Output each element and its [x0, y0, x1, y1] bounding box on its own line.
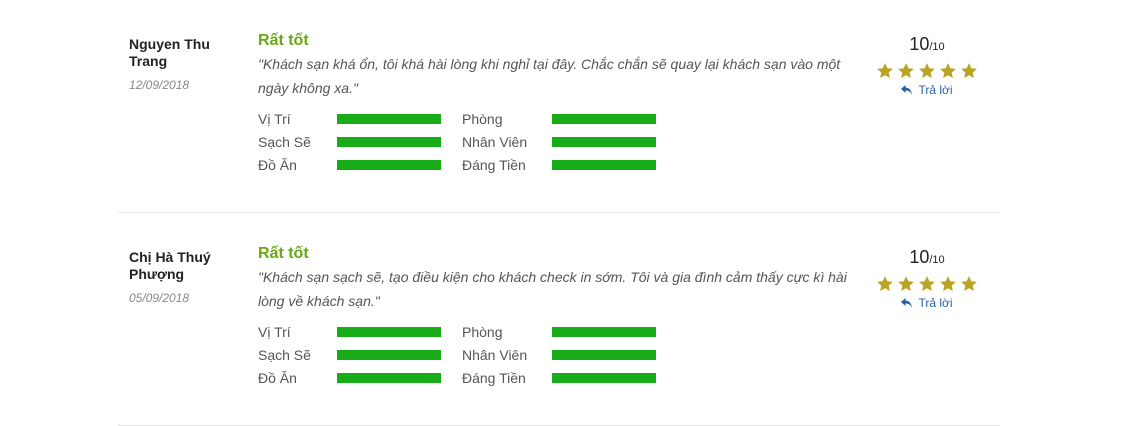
- star-icon: [961, 63, 977, 79]
- star-icon: [961, 276, 977, 292]
- review-score: 10/10: [870, 33, 984, 58]
- score-value: 10: [909, 34, 930, 54]
- score-bar-fill: [337, 373, 441, 383]
- author-name: Nguyen Thu Trang: [129, 36, 210, 69]
- category-label: Vị Trí: [258, 324, 291, 340]
- review-date: 05/09/2018: [129, 291, 190, 305]
- score-bar: [552, 114, 656, 124]
- score-bar-fill: [552, 137, 656, 147]
- score-max: /10: [929, 254, 945, 266]
- score-bar: [552, 137, 656, 147]
- reply-button[interactable]: Trả lời: [901, 296, 953, 310]
- category-scores: Vị Trí Phòng Sạch Sẽ Nhân Viên Đồ Ăn Đán…: [258, 110, 858, 180]
- score-bar: [337, 327, 441, 337]
- review-rating-panel: 10/10 Trả lời: [870, 33, 984, 101]
- score-bar-fill: [337, 137, 441, 147]
- review-score: 10/10: [870, 246, 984, 271]
- star-icon: [898, 63, 914, 79]
- star-rating: [870, 275, 984, 293]
- category-label: Nhân Viên: [462, 134, 528, 150]
- review-verdict: Rất tốt: [258, 32, 309, 49]
- star-icon: [898, 276, 914, 292]
- category-label: Vị Trí: [258, 111, 291, 127]
- score-bar-fill: [337, 160, 441, 170]
- author-name: Chị Hà Thuý Phượng: [129, 249, 211, 282]
- score-bar-fill: [552, 327, 656, 337]
- score-bar: [552, 160, 656, 170]
- category-label: Phòng: [462, 324, 503, 340]
- score-bar-fill: [337, 114, 441, 124]
- score-bar-fill: [552, 114, 656, 124]
- review-author: Nguyen Thu Trang 12/09/2018: [129, 36, 239, 92]
- star-icon: [919, 276, 935, 292]
- star-rating: [870, 62, 984, 80]
- category-label: Đồ Ăn: [258, 157, 297, 173]
- score-bar-fill: [337, 327, 441, 337]
- star-icon: [940, 276, 956, 292]
- review-verdict: Rất tốt: [258, 245, 309, 262]
- category-label: Đồ Ăn: [258, 370, 297, 386]
- review-card: Nguyen Thu Trang 12/09/2018 Rất tốt "Khá…: [118, 0, 1000, 213]
- review-card: Chị Hà Thuý Phượng 05/09/2018 Rất tốt "K…: [118, 213, 1000, 426]
- reply-label: Trả lời: [918, 296, 953, 310]
- category-label: Nhân Viên: [462, 347, 528, 363]
- score-bar: [552, 373, 656, 383]
- reply-arrow-icon: [901, 84, 913, 95]
- score-bar: [337, 160, 441, 170]
- review-body: Rất tốt "Khách sạn sạch sẽ, tạo điều kiệ…: [258, 243, 858, 393]
- score-bar-fill: [552, 373, 656, 383]
- score-bar-fill: [552, 350, 656, 360]
- score-max: /10: [929, 41, 945, 53]
- reply-arrow-icon: [901, 297, 913, 308]
- category-label: Phòng: [462, 111, 503, 127]
- category-label: Sạch Sẽ: [258, 134, 311, 150]
- score-bar: [337, 373, 441, 383]
- score-value: 10: [909, 247, 930, 267]
- category-label: Sạch Sẽ: [258, 347, 311, 363]
- review-comment: "Khách sạn khá ổn, tôi khá hài lòng khi …: [258, 56, 841, 96]
- score-bar-fill: [337, 350, 441, 360]
- score-bar: [552, 350, 656, 360]
- star-icon: [940, 63, 956, 79]
- review-comment: "Khách sạn sạch sẽ, tạo điều kiện cho kh…: [258, 269, 847, 309]
- category-scores: Vị Trí Phòng Sạch Sẽ Nhân Viên Đồ Ăn Đán…: [258, 323, 858, 393]
- score-bar-fill: [552, 160, 656, 170]
- review-body: Rất tốt "Khách sạn khá ổn, tôi khá hài l…: [258, 30, 858, 180]
- score-bar: [337, 350, 441, 360]
- category-label: Đáng Tiền: [462, 370, 526, 386]
- review-rating-panel: 10/10 Trả lời: [870, 246, 984, 314]
- score-bar: [337, 114, 441, 124]
- review-date: 12/09/2018: [129, 78, 190, 92]
- category-label: Đáng Tiền: [462, 157, 526, 173]
- reply-button[interactable]: Trả lời: [901, 83, 953, 97]
- star-icon: [919, 63, 935, 79]
- score-bar: [337, 137, 441, 147]
- score-bar: [552, 327, 656, 337]
- reply-label: Trả lời: [918, 83, 953, 97]
- star-icon: [877, 276, 893, 292]
- star-icon: [877, 63, 893, 79]
- review-author: Chị Hà Thuý Phượng 05/09/2018: [129, 249, 239, 305]
